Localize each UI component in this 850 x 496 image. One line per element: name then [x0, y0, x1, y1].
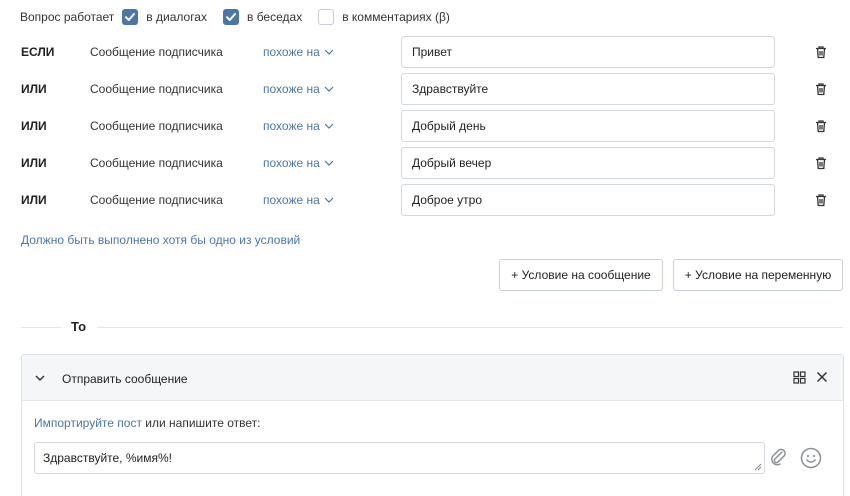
then-label: То — [71, 319, 87, 334]
trash-icon[interactable] — [814, 45, 828, 59]
trash-icon[interactable] — [814, 82, 828, 96]
condition-match-label: похоже на — [263, 193, 320, 207]
condition-operator: ИЛИ — [21, 82, 47, 96]
condition-match-dropdown[interactable]: похоже на — [263, 156, 334, 170]
condition-match-dropdown[interactable]: похоже на — [263, 82, 334, 96]
reply-textarea[interactable]: Здравствуйте, %имя%! — [34, 442, 765, 474]
condition-value-input[interactable]: Здравствуйте — [401, 73, 775, 105]
chevron-down-icon — [324, 123, 334, 129]
close-icon[interactable] — [816, 371, 828, 383]
condition-operator: ИЛИ — [21, 119, 47, 133]
works-in-label: Вопрос работает — [20, 10, 115, 24]
divider — [21, 327, 61, 328]
condition-source[interactable]: Сообщение подписчика — [90, 156, 223, 170]
checkbox-checked-icon[interactable] — [222, 9, 239, 25]
condition-match-label: похоже на — [263, 82, 320, 96]
chevron-down-icon — [324, 160, 334, 166]
reply-text: Здравствуйте, %имя%! — [43, 451, 172, 465]
action-header[interactable]: Отправить сообщение — [22, 355, 843, 401]
condition-source[interactable]: Сообщение подписчика — [90, 82, 223, 96]
trash-icon[interactable] — [814, 119, 828, 133]
works-in-row: Вопрос работает в диалогах в беседах в к… — [20, 8, 466, 26]
condition-value-input[interactable]: Доброе утро — [401, 184, 775, 216]
checkbox-comments[interactable]: в комментариях (β) — [318, 9, 450, 25]
condition-match-label: похоже на — [263, 45, 320, 59]
condition-match-dropdown[interactable]: похоже на — [263, 193, 334, 207]
condition-value-input[interactable]: Добрый день — [401, 110, 775, 142]
condition-match-label: похоже на — [263, 119, 320, 133]
condition-row: ИЛИ Сообщение подписчика похоже на Добро… — [0, 184, 850, 216]
import-post-link[interactable]: Импортируйте пост — [34, 416, 142, 430]
condition-source[interactable]: Сообщение подписчика — [90, 193, 223, 207]
send-message-action: Отправить сообщение Импортируйте пост ил… — [21, 354, 844, 496]
condition-operator: ИЛИ — [21, 193, 47, 207]
condition-match-dropdown[interactable]: похоже на — [263, 119, 334, 133]
divider — [97, 327, 843, 328]
grid-icon[interactable] — [793, 371, 806, 384]
condition-value-input[interactable]: Привет — [401, 36, 775, 68]
condition-source[interactable]: Сообщение подписчика — [90, 119, 223, 133]
condition-row: ИЛИ Сообщение подписчика похоже на Добры… — [0, 147, 850, 179]
conditions-hint-link[interactable]: Должно быть выполнено хотя бы одно из ус… — [21, 233, 300, 247]
condition-value-input[interactable]: Добрый вечер — [401, 147, 775, 179]
checkbox-comments-label: в комментариях (β) — [342, 10, 450, 24]
condition-operator: ЕСЛИ — [21, 45, 55, 59]
emoji-icon[interactable] — [800, 447, 822, 469]
import-line: Импортируйте пост или напишите ответ: — [34, 416, 260, 430]
checkbox-unchecked-icon[interactable] — [318, 9, 335, 25]
condition-match-label: похоже на — [263, 156, 320, 170]
checkbox-dialogs[interactable]: в диалогах — [122, 9, 207, 25]
condition-row: ИЛИ Сообщение подписчика похоже на Здрав… — [0, 73, 850, 105]
chevron-down-icon[interactable] — [34, 373, 46, 383]
condition-source[interactable]: Сообщение подписчика — [90, 45, 223, 59]
checkbox-chats-label: в беседах — [246, 10, 303, 24]
condition-match-dropdown[interactable]: похоже на — [263, 45, 334, 59]
condition-row: ЕСЛИ Сообщение подписчика похоже на Прив… — [0, 36, 850, 68]
paperclip-icon[interactable] — [768, 446, 788, 468]
checkbox-chats[interactable]: в беседах — [222, 9, 303, 25]
import-rest-text: или напишите ответ: — [141, 416, 261, 430]
trash-icon[interactable] — [814, 156, 828, 170]
chevron-down-icon — [324, 86, 334, 92]
resize-grip-icon[interactable] — [754, 463, 762, 471]
condition-row: ИЛИ Сообщение подписчика похоже на Добры… — [0, 110, 850, 142]
chevron-down-icon — [324, 49, 334, 55]
add-variable-condition-button[interactable]: + Условие на переменную — [673, 259, 843, 291]
condition-operator: ИЛИ — [21, 156, 47, 170]
trash-icon[interactable] — [814, 193, 828, 207]
chevron-down-icon — [324, 197, 334, 203]
checkbox-dialogs-label: в диалогах — [146, 10, 207, 24]
checkbox-checked-icon[interactable] — [122, 9, 139, 25]
add-message-condition-button[interactable]: + Условие на сообщение — [499, 259, 663, 291]
action-title: Отправить сообщение — [62, 372, 188, 386]
